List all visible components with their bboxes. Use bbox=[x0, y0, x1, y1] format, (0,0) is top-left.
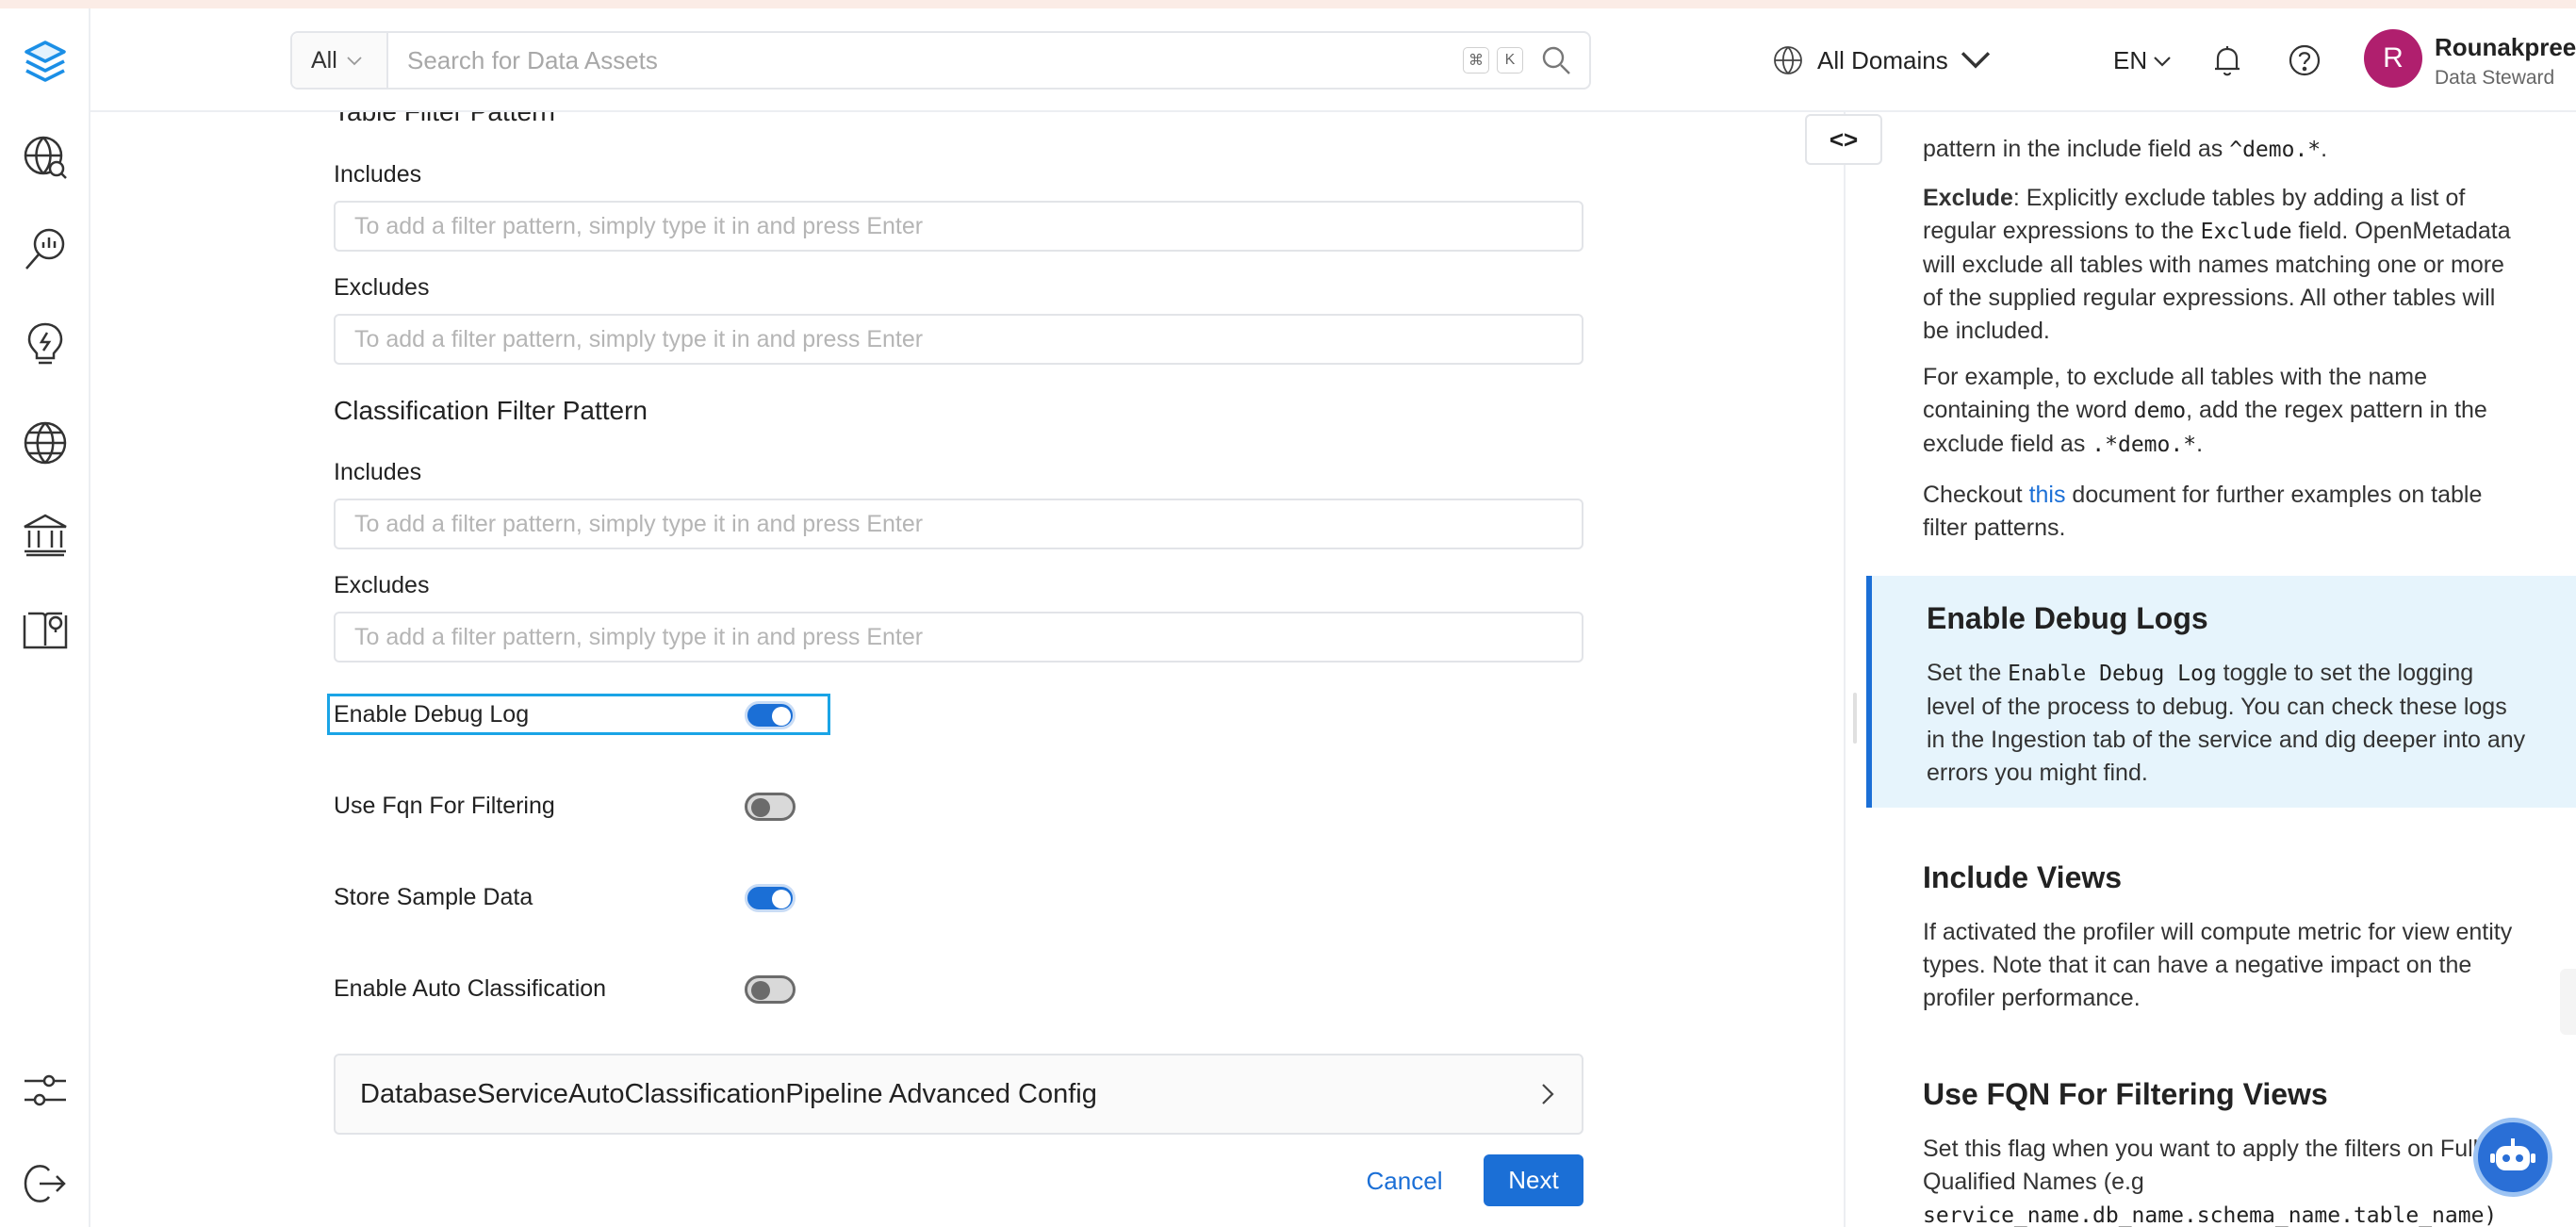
code-brackets-icon: <> bbox=[1829, 124, 1859, 154]
doc-heading-include-views: Include Views bbox=[1923, 860, 2123, 894]
table-filter-title: Table Filter Pattern bbox=[334, 112, 555, 127]
store-sample-data-toggle[interactable] bbox=[745, 884, 796, 912]
doc-paragraph-debug-logs: Set the Enable Debug Log toggle to set t… bbox=[1927, 660, 2526, 786]
top-header: All ⌘ K All Domains EN R Rounakpreet.d D… bbox=[90, 8, 2576, 112]
global-search: All ⌘ K bbox=[290, 31, 1591, 90]
classification-excludes-input[interactable] bbox=[334, 612, 1583, 663]
user-role: Data Steward bbox=[2435, 67, 2555, 89]
cancel-button[interactable]: Cancel bbox=[1348, 1155, 1461, 1206]
doc-paragraph-exclude: Exclude: Explicitly exclude tables by ad… bbox=[1923, 185, 2511, 344]
toggle-label: Use Fqn For Filtering bbox=[334, 792, 555, 819]
toggle-label: Store Sample Data bbox=[334, 883, 533, 910]
language-label: EN bbox=[2113, 46, 2148, 74]
search-scope-select[interactable]: All bbox=[292, 33, 388, 88]
language-dropdown[interactable]: EN bbox=[2113, 46, 2172, 75]
doc-paragraph-include-views: If activated the profiler will compute m… bbox=[1923, 919, 2513, 1011]
left-nav bbox=[0, 8, 90, 1227]
robot-icon bbox=[2490, 1138, 2535, 1170]
enable-auto-classification-toggle[interactable] bbox=[745, 975, 796, 1004]
advanced-config-label: DatabaseServiceAutoClassificationPipelin… bbox=[360, 1078, 1097, 1109]
chevron-down-icon bbox=[1961, 52, 1990, 69]
doc-heading-use-fqn: Use FQN For Filtering Views bbox=[1923, 1077, 2328, 1111]
doc-link[interactable]: this bbox=[2029, 482, 2066, 508]
user-name: Rounakpreet.d bbox=[2435, 33, 2576, 61]
user-avatar[interactable]: R bbox=[2364, 29, 2422, 88]
logout-icon[interactable] bbox=[13, 1152, 77, 1216]
classification-includes-input[interactable] bbox=[334, 499, 1583, 549]
shortcut-key-cmd: ⌘ bbox=[1463, 47, 1489, 74]
code-toggle-button[interactable]: <> bbox=[1805, 114, 1882, 165]
domains-dropdown[interactable]: All Domains bbox=[1772, 44, 2005, 76]
toggle-row-enable-debug-log: Enable Debug Log bbox=[334, 695, 833, 733]
panel-resize-handle[interactable] bbox=[1853, 693, 1857, 744]
notification-bell-icon[interactable] bbox=[2209, 42, 2245, 78]
search-scope-label: All bbox=[311, 46, 337, 74]
doc-paragraph-include-pattern: pattern in the include field as ^demo.*. bbox=[1923, 136, 2328, 162]
chevron-down-icon bbox=[2154, 56, 2171, 67]
doc-paragraph-use-fqn: Set this flag when you want to apply the… bbox=[1923, 1136, 2498, 1227]
table-includes-input[interactable] bbox=[334, 201, 1583, 252]
table-includes-label: Includes bbox=[334, 161, 422, 188]
toggle-label: Enable Debug Log bbox=[334, 700, 530, 728]
doc-heading-debug-logs: Enable Debug Logs bbox=[1927, 601, 2208, 635]
governance-icon[interactable] bbox=[13, 503, 77, 567]
classification-includes-label: Includes bbox=[334, 459, 422, 485]
classification-excludes-label: Excludes bbox=[334, 572, 430, 598]
chevron-right-icon bbox=[1542, 1084, 1554, 1104]
side-drawer-tab[interactable] bbox=[2560, 969, 2576, 1035]
chevron-down-icon bbox=[347, 51, 362, 71]
doc-paragraph-example: For example, to exclude all tables with … bbox=[1923, 364, 2487, 457]
app-logo-icon[interactable] bbox=[13, 29, 77, 93]
knowledge-icon[interactable] bbox=[13, 598, 77, 663]
help-icon[interactable] bbox=[2287, 42, 2322, 78]
chatbot-button[interactable] bbox=[2473, 1118, 2552, 1197]
table-excludes-input[interactable] bbox=[334, 314, 1583, 365]
search-input[interactable] bbox=[388, 33, 1463, 88]
explore-icon[interactable] bbox=[13, 125, 77, 189]
search-icon[interactable] bbox=[1540, 44, 1572, 76]
ingestion-config-form: Table Filter Pattern Includes Excludes C… bbox=[90, 112, 1844, 1227]
classification-filter-title: Classification Filter Pattern bbox=[334, 396, 648, 425]
settings-sliders-icon[interactable] bbox=[13, 1058, 77, 1122]
insights-icon[interactable] bbox=[13, 312, 77, 376]
globe-icon bbox=[1774, 46, 1802, 74]
shortcut-key-k: K bbox=[1497, 47, 1523, 74]
data-quality-icon[interactable] bbox=[13, 218, 77, 282]
toggle-row-enable-auto-classification: Enable Auto Classification bbox=[334, 970, 833, 1007]
doc-paragraph-checkout: Checkout this document for further examp… bbox=[1923, 482, 2483, 541]
domains-nav-icon[interactable] bbox=[13, 411, 77, 475]
use-fqn-for-filtering-toggle[interactable] bbox=[745, 793, 796, 821]
domains-label: All Domains bbox=[1817, 45, 1948, 74]
toggle-row-store-sample-data: Store Sample Data bbox=[334, 878, 833, 916]
toggle-label: Enable Auto Classification bbox=[334, 974, 607, 1002]
top-accent-bar bbox=[0, 0, 2576, 8]
next-button[interactable]: Next bbox=[1484, 1154, 1583, 1206]
enable-debug-log-toggle[interactable] bbox=[745, 701, 796, 729]
table-excludes-label: Excludes bbox=[334, 274, 430, 301]
advanced-config-collapse[interactable]: DatabaseServiceAutoClassificationPipelin… bbox=[334, 1054, 1583, 1135]
toggle-row-use-fqn-for-filtering: Use Fqn For Filtering bbox=[334, 787, 833, 825]
